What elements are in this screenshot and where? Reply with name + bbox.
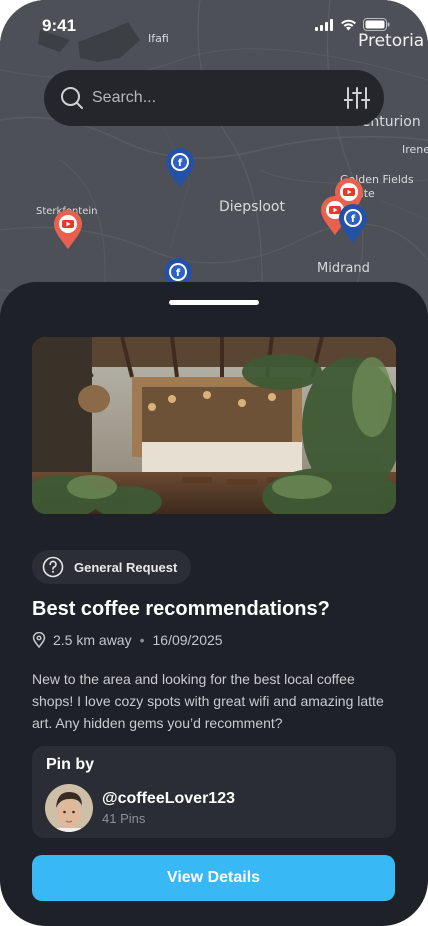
pin-details-sheet: General Request Best coffee recommendati… [0, 282, 428, 926]
view-details-button[interactable]: View Details [32, 855, 395, 901]
search-icon [61, 87, 83, 109]
search-bar[interactable] [44, 70, 384, 126]
status-bar: 9:41 [0, 0, 428, 50]
location-pin-icon [32, 632, 46, 648]
coffee-shop-photo [32, 337, 396, 514]
svg-text:f: f [351, 214, 356, 225]
author-username[interactable]: @coffeeLover123 [102, 790, 235, 808]
status-icons [315, 18, 390, 31]
sliders-icon[interactable] [344, 86, 370, 110]
post-meta: 2.5 km away • 16/09/2025 [32, 632, 223, 648]
avatar[interactable] [45, 784, 93, 832]
post-date: 16/09/2025 [152, 632, 223, 648]
cellular-signal-icon [315, 18, 333, 31]
wifi-icon [341, 19, 356, 30]
category-chip: General Request [32, 550, 192, 584]
post-description: New to the area and looking for the best… [32, 671, 384, 731]
map-label-midrand: Midrand [317, 261, 370, 276]
status-time: 9:41 [42, 16, 77, 35]
facebook-map-pin[interactable]: f [165, 148, 195, 188]
facebook-map-pin[interactable]: f [338, 204, 368, 244]
map-label-irene: Irene [402, 143, 428, 156]
battery-icon [363, 18, 390, 31]
svg-text:f: f [178, 158, 183, 169]
map-label-diepsloot: Diepsloot [219, 199, 285, 215]
search-input[interactable] [92, 84, 322, 112]
author-pins-count: 41 Pins [102, 811, 146, 826]
pin-by-card[interactable]: Pin by @coffeeLover123 41 Pins [32, 746, 396, 838]
youtube-map-pin[interactable] [53, 210, 83, 250]
category-label: General Request [74, 559, 178, 575]
pin-by-label: Pin by [46, 756, 95, 773]
svg-text:f: f [176, 268, 181, 279]
phone-frame: Ifafi Pretoria Centurion Irene Golden Fi… [0, 0, 428, 926]
post-title: Best coffee recommendations? [32, 598, 330, 620]
meta-separator: • [139, 632, 145, 648]
sheet-drag-handle[interactable] [169, 300, 259, 305]
question-circle-icon [42, 556, 64, 578]
post-distance: 2.5 km away [53, 632, 132, 648]
